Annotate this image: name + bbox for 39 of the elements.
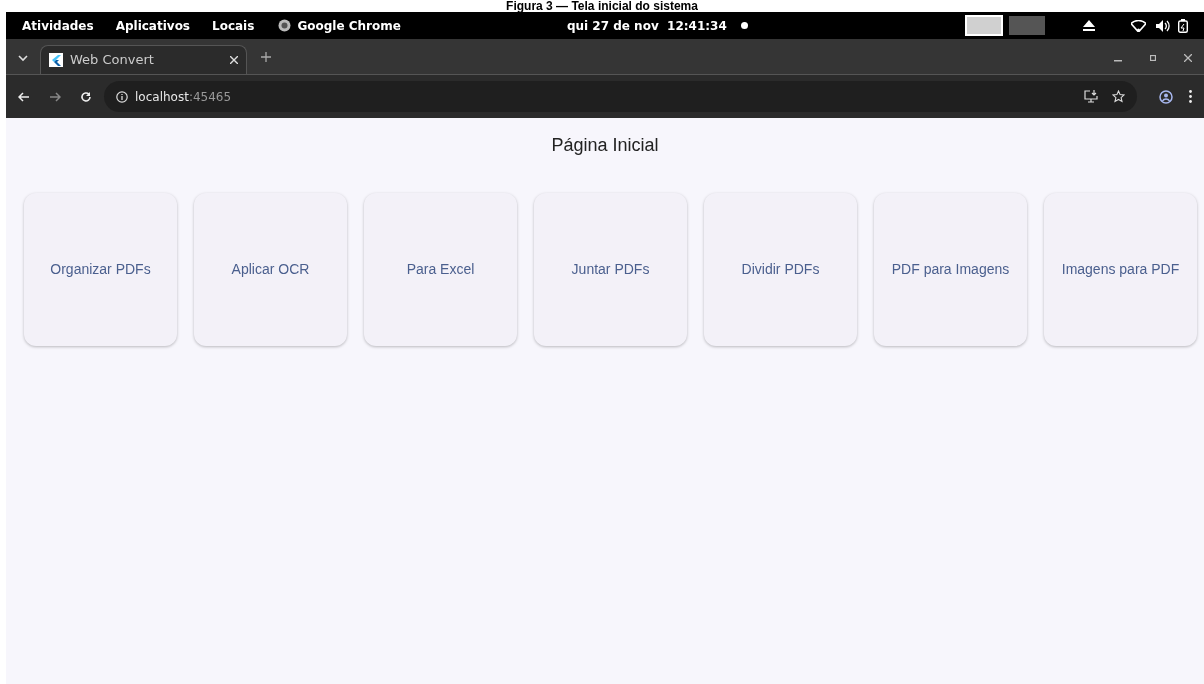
page-title: Página Inicial xyxy=(551,134,659,157)
close-tab-icon[interactable] xyxy=(230,56,238,64)
address-bar[interactable]: localhost:45465 xyxy=(104,81,1137,112)
favicon xyxy=(49,53,63,67)
top-bar-menu[interactable]: Locais xyxy=(212,16,255,35)
top-bar-menu[interactable]: Aplicativos xyxy=(115,16,190,35)
tool-card[interactable]: Juntar PDFs xyxy=(534,193,687,346)
recording-dot-icon xyxy=(740,22,748,29)
info-icon[interactable] xyxy=(116,90,128,103)
tool-card[interactable]: Dividir PDFs xyxy=(704,193,857,346)
url-text: localhost:45465 xyxy=(135,88,232,106)
figure-caption: Figura 3 — Tela inicial do sistema xyxy=(506,0,698,12)
tool-card[interactable]: Imagens para PDF xyxy=(1044,193,1197,346)
wifi-icon[interactable] xyxy=(1131,19,1146,32)
workspace-thumbnail[interactable] xyxy=(1009,16,1045,35)
install-app-icon[interactable] xyxy=(1084,90,1098,103)
browser-tab[interactable]: Web Convert xyxy=(40,45,247,74)
forward-icon[interactable] xyxy=(49,90,61,103)
app-icon xyxy=(278,19,292,32)
tool-card[interactable]: PDF para Imagens xyxy=(874,193,1027,346)
app-menu[interactable]: Google Chrome xyxy=(297,16,401,35)
new-tab-icon[interactable] xyxy=(261,52,271,62)
top-bar-menu[interactable]: Atividades xyxy=(22,16,94,35)
tool-card[interactable]: Para Excel xyxy=(364,193,517,346)
tab-list-icon[interactable] xyxy=(18,55,28,62)
tool-card[interactable]: Aplicar OCR xyxy=(194,193,347,346)
menu-icon[interactable] xyxy=(1189,90,1192,103)
workspace-thumbnail[interactable] xyxy=(965,15,1003,36)
reload-icon[interactable] xyxy=(80,90,92,103)
tool-card[interactable]: Organizar PDFs xyxy=(24,193,177,346)
eject-icon[interactable] xyxy=(1083,20,1095,31)
clock[interactable]: qui 27 de nov 12:41:34 xyxy=(566,16,727,35)
close-icon[interactable] xyxy=(1184,54,1192,62)
bookmark-star-icon[interactable] xyxy=(1112,90,1125,103)
volume-icon[interactable] xyxy=(1156,19,1170,32)
profile-icon[interactable] xyxy=(1159,89,1173,104)
back-icon[interactable] xyxy=(18,90,30,103)
battery-icon[interactable] xyxy=(1178,18,1188,33)
maximize-icon[interactable] xyxy=(1150,55,1156,61)
